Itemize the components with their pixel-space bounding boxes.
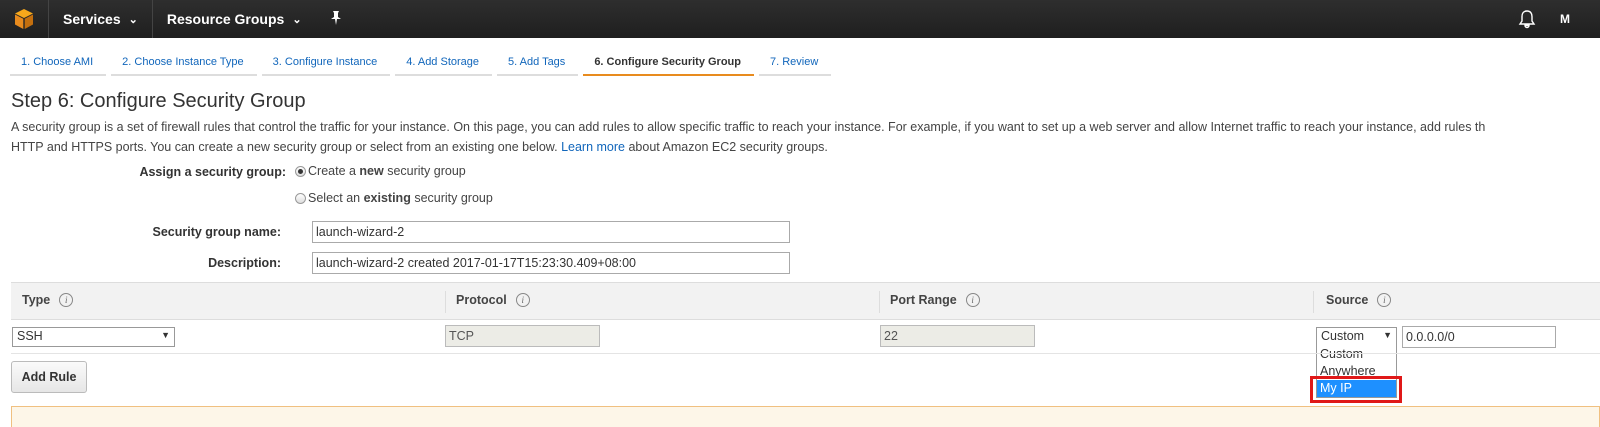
tab-choose-instance-type[interactable]: 2. Choose Instance Type — [111, 38, 257, 76]
radio-label-text: security group — [383, 164, 466, 178]
description-label: Description: — [208, 256, 281, 270]
warning-banner — [11, 406, 1600, 427]
info-icon[interactable]: i — [515, 293, 530, 307]
radio-select-existing[interactable]: Select an existing security group — [295, 191, 493, 205]
description-text: about Amazon EC2 security groups. — [628, 140, 828, 154]
type-header-label: Type — [22, 293, 51, 307]
source-select-value: Custom — [1321, 329, 1365, 343]
security-group-name-input[interactable] — [312, 221, 790, 243]
protocol-header-label: Protocol — [456, 293, 507, 307]
radio-label: Select an existing security group — [308, 191, 493, 205]
security-group-name-label: Security group name: — [152, 225, 282, 239]
user-menu[interactable]: M — [1560, 12, 1570, 26]
radio-label-bold: existing — [363, 191, 411, 205]
source-option-anywhere[interactable]: Anywhere — [1317, 363, 1396, 380]
assign-security-group-label: Assign a security group: — [139, 165, 286, 179]
tab-configure-security-group[interactable]: 6. Configure Security Group — [583, 38, 754, 76]
page-description: A security group is a set of firewall ru… — [11, 117, 1600, 157]
info-icon[interactable]: i — [965, 293, 980, 307]
services-label: Services — [63, 11, 121, 27]
radio-label-text: security group — [410, 191, 493, 205]
chevron-down-icon: ⌄ — [128, 13, 138, 26]
description-line: A security group is a set of firewall ru… — [11, 120, 1486, 134]
dropdown-arrow-icon: ▼ — [1383, 330, 1392, 340]
description-line: HTTP and HTTPS ports. You can create a n… — [11, 137, 1600, 157]
port-range-header-label: Port Range — [890, 293, 957, 307]
column-divider — [445, 291, 446, 313]
page-title: Step 6: Configure Security Group — [11, 90, 306, 112]
radio-create-new[interactable]: Create a new security group — [295, 164, 466, 178]
source-option-my-ip[interactable]: My IP — [1317, 380, 1396, 397]
radio-label: Create a new security group — [308, 164, 466, 178]
column-divider — [879, 291, 880, 313]
chevron-down-icon: ⌄ — [292, 13, 302, 26]
tab-choose-ami[interactable]: 1. Choose AMI — [10, 38, 107, 76]
type-select[interactable]: SSH ▼ — [12, 327, 175, 347]
radio-label-text: Select an — [308, 191, 364, 205]
tab-add-storage[interactable]: 4. Add Storage — [395, 38, 493, 76]
row-divider — [11, 353, 1600, 354]
tab-configure-instance[interactable]: 3. Configure Instance — [261, 38, 391, 76]
add-rule-button[interactable]: Add Rule — [11, 361, 87, 393]
type-select-value: SSH — [17, 329, 43, 343]
rules-table-header: Type i Protocol i Port Range i Source i — [11, 282, 1600, 320]
top-nav-bar: Services ⌄ Resource Groups ⌄ M — [0, 0, 1600, 38]
radio-button-selected[interactable] — [295, 165, 306, 177]
info-icon[interactable]: i — [59, 293, 74, 307]
radio-label-bold: new — [359, 164, 384, 178]
radio-button[interactable] — [295, 192, 306, 204]
description-input[interactable] — [312, 252, 790, 274]
source-header-label: Source — [1326, 293, 1369, 307]
info-icon[interactable]: i — [1377, 293, 1392, 307]
wizard-steps: 1. Choose AMI 2. Choose Instance Type 3.… — [10, 38, 836, 76]
radio-label-text: Create a — [308, 164, 360, 178]
tab-add-tags[interactable]: 5. Add Tags — [497, 38, 579, 76]
source-select[interactable]: Custom ▼ — [1316, 327, 1397, 347]
resource-groups-label: Resource Groups — [166, 11, 285, 27]
port-range-column-header: Port Range i — [890, 293, 980, 307]
protocol-field: TCP — [445, 325, 600, 347]
description-text: HTTP and HTTPS ports. You can create a n… — [11, 140, 558, 154]
port-range-field: 22 — [880, 325, 1035, 347]
resource-groups-menu[interactable]: Resource Groups ⌄ — [153, 0, 316, 38]
dropdown-arrow-icon: ▼ — [161, 330, 170, 340]
bell-icon[interactable] — [1516, 8, 1538, 30]
column-divider — [1313, 291, 1314, 313]
source-column-header: Source i — [1326, 293, 1392, 307]
source-option-custom[interactable]: Custom — [1317, 346, 1396, 363]
type-column-header: Type i — [22, 293, 74, 307]
source-cidr-input[interactable] — [1402, 326, 1556, 348]
pin-icon[interactable] — [316, 10, 356, 28]
learn-more-link[interactable]: Learn more — [561, 140, 625, 154]
protocol-column-header: Protocol i — [456, 293, 530, 307]
aws-cube-logo-icon[interactable] — [0, 0, 48, 38]
services-menu[interactable]: Services ⌄ — [49, 0, 152, 38]
tab-review[interactable]: 7. Review — [759, 38, 832, 76]
